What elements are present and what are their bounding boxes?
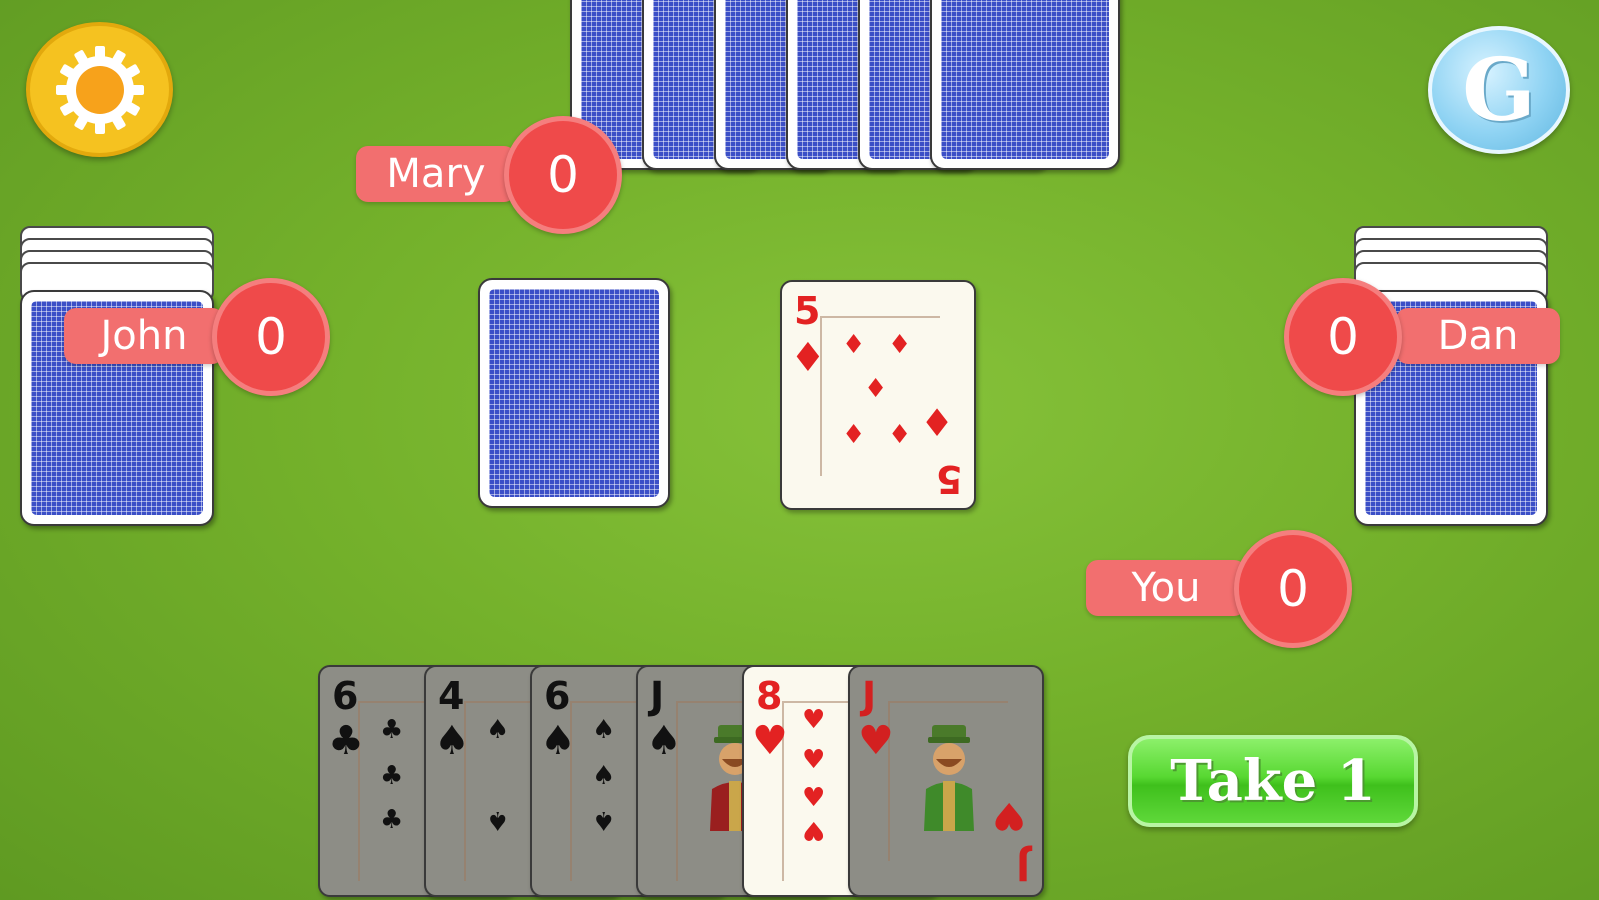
diamond-icon: ♦ — [842, 420, 866, 450]
heart-icon: ♥ — [802, 783, 826, 813]
spade-icon: ♠ — [592, 761, 616, 791]
diamond-icon: ♦ — [888, 330, 912, 360]
heart-icon: ♥ — [802, 815, 826, 845]
card-rank: 6 — [544, 674, 571, 718]
card-rank: J — [862, 674, 877, 718]
diamond-icon: ♦ — [842, 330, 866, 360]
club-icon: ♣ — [328, 718, 364, 764]
john-name-tag: John — [64, 308, 224, 364]
heart-icon: ♥ — [752, 718, 788, 764]
heart-icon: ♥ — [802, 745, 826, 775]
diamond-icon: ♦ — [888, 420, 912, 450]
take-one-button[interactable]: Take 1 — [1128, 735, 1418, 827]
card-rank-rotated: J — [1015, 844, 1030, 888]
mary-name-tag: Mary — [356, 146, 516, 202]
john-score-badge: 0 — [212, 278, 330, 396]
dan-name-tag: Dan — [1396, 308, 1560, 364]
club-icon: ♣ — [380, 715, 404, 745]
game-table: 5 ♦ ♦ ♦ ♦ ♦ ♦ ♦ 5 6 ♣ ♣ ♣ ♣ 4 ♠ ♠ ♠ 6 ♠ … — [0, 0, 1599, 900]
discard-rank-rotated: 5 — [935, 457, 962, 501]
discard-rank: 5 — [794, 289, 821, 333]
club-icon: ♣ — [380, 805, 404, 835]
diamond-icon: ♦ — [920, 401, 955, 445]
g-button[interactable]: G — [1428, 26, 1570, 154]
spade-icon: ♠ — [592, 715, 616, 745]
card-rank: J — [650, 674, 665, 718]
card-rank: 4 — [438, 674, 465, 718]
spade-icon: ♠ — [540, 718, 576, 764]
spade-icon: ♠ — [486, 715, 510, 745]
you-name-tag: You — [1086, 560, 1246, 616]
spade-icon: ♠ — [592, 805, 616, 835]
club-icon: ♣ — [380, 761, 404, 791]
draw-pile[interactable] — [478, 278, 670, 508]
gear-icon — [56, 46, 144, 134]
heart-icon: ♥ — [992, 794, 1027, 838]
spade-icon: ♠ — [486, 805, 510, 835]
you-score-badge: 0 — [1234, 530, 1352, 648]
diamond-icon: ♦ — [790, 335, 826, 381]
mary-card-back — [930, 0, 1120, 170]
card-rank: 6 — [332, 674, 359, 718]
settings-button[interactable] — [26, 22, 173, 157]
jack-figure-icon — [924, 725, 974, 831]
heart-icon: ♥ — [802, 705, 826, 735]
dan-score-badge: 0 — [1284, 278, 1402, 396]
discard-pile-card: 5 ♦ ♦ ♦ ♦ ♦ ♦ ♦ 5 — [780, 280, 976, 510]
mary-score-badge: 0 — [504, 116, 622, 234]
heart-icon: ♥ — [858, 718, 894, 764]
diamond-icon: ♦ — [864, 374, 888, 404]
card-rank: 8 — [756, 674, 783, 718]
spade-icon: ♠ — [646, 718, 682, 764]
hand-card[interactable]: J ♥ ♥ J — [848, 665, 1044, 897]
spade-icon: ♠ — [434, 718, 470, 764]
